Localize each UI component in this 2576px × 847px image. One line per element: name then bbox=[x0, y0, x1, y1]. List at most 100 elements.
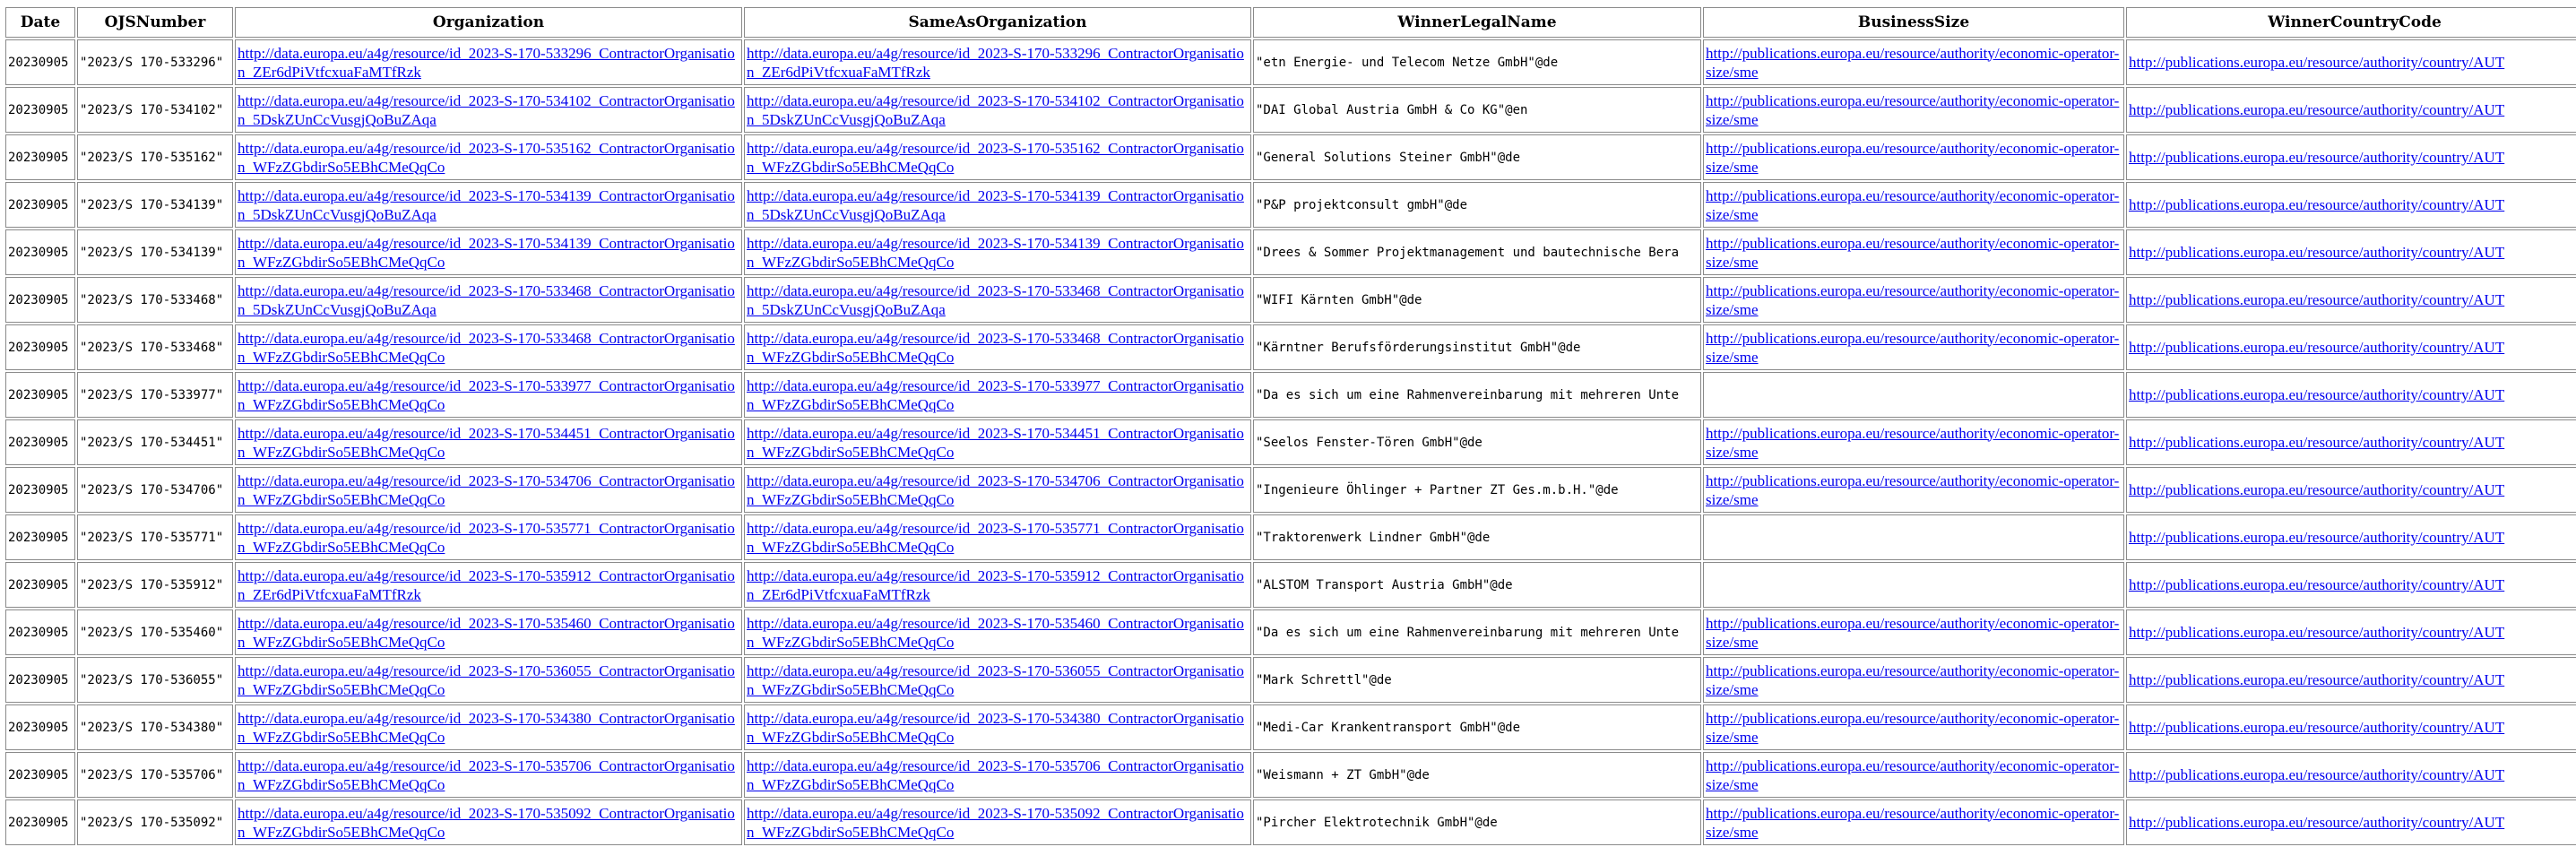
business-size-link[interactable]: http://publications.europa.eu/resource/a… bbox=[1706, 139, 2122, 177]
business-size-link[interactable]: http://publications.europa.eu/resource/a… bbox=[1706, 614, 2122, 652]
same-as-organization-link[interactable]: http://data.europa.eu/a4g/resource/id_20… bbox=[747, 709, 1249, 747]
same-as-organization-link[interactable]: http://data.europa.eu/a4g/resource/id_20… bbox=[747, 234, 1249, 272]
business-size-link[interactable]: http://publications.europa.eu/resource/a… bbox=[1706, 329, 2122, 367]
winner-country-code-cell: http://publications.europa.eu/resource/a… bbox=[2126, 752, 2576, 798]
table-row: 20230905 "2023/S 170-534139" http://data.e… bbox=[5, 182, 2576, 228]
winner-legal-name-cell: "Drees & Sommer Projektmanagement und ba… bbox=[1253, 229, 1701, 275]
same-as-organization-link[interactable]: http://data.europa.eu/a4g/resource/id_20… bbox=[747, 329, 1249, 367]
business-size-link[interactable]: http://publications.europa.eu/resource/a… bbox=[1706, 471, 2122, 509]
ojs-number-cell: "2023/S 170-534139" bbox=[77, 182, 233, 228]
winner-country-code-cell: http://publications.europa.eu/resource/a… bbox=[2126, 277, 2576, 323]
same-as-organization-link[interactable]: http://data.europa.eu/a4g/resource/id_20… bbox=[747, 566, 1249, 604]
table-row: 20230905 "2023/S 170-534102" http://data.e… bbox=[5, 87, 2576, 133]
organization-link[interactable]: http://data.europa.eu/a4g/resource/id_20… bbox=[238, 756, 739, 794]
winner-country-code-cell: http://publications.europa.eu/resource/a… bbox=[2126, 562, 2576, 608]
ojs-number-cell: "2023/S 170-534139" bbox=[77, 229, 233, 275]
winner-country-code-link[interactable]: http://publications.europa.eu/resource/a… bbox=[2129, 100, 2576, 119]
organization-link[interactable]: http://data.europa.eu/a4g/resource/id_20… bbox=[238, 661, 739, 699]
same-as-organization-link[interactable]: http://data.europa.eu/a4g/resource/id_20… bbox=[747, 424, 1249, 462]
business-size-link[interactable]: http://publications.europa.eu/resource/a… bbox=[1706, 804, 2122, 842]
organization-link[interactable]: http://data.europa.eu/a4g/resource/id_20… bbox=[238, 234, 739, 272]
winner-country-code-link[interactable]: http://publications.europa.eu/resource/a… bbox=[2129, 575, 2576, 594]
winner-country-code-link[interactable]: http://publications.europa.eu/resource/a… bbox=[2129, 765, 2576, 784]
organization-cell: http://data.europa.eu/a4g/resource/id_20… bbox=[235, 372, 742, 418]
winner-country-code-link[interactable]: http://publications.europa.eu/resource/a… bbox=[2129, 195, 2576, 214]
same-as-organization-link[interactable]: http://data.europa.eu/a4g/resource/id_20… bbox=[747, 519, 1249, 557]
winner-legal-name-cell: "Ingenieure Öhlinger + Partner ZT Ges.m.… bbox=[1253, 467, 1701, 513]
same-as-organization-link[interactable]: http://data.europa.eu/a4g/resource/id_20… bbox=[747, 44, 1249, 82]
same-as-organization-link[interactable]: http://data.europa.eu/a4g/resource/id_20… bbox=[747, 614, 1249, 652]
organization-link[interactable]: http://data.europa.eu/a4g/resource/id_20… bbox=[238, 709, 739, 747]
organization-link[interactable]: http://data.europa.eu/a4g/resource/id_20… bbox=[238, 91, 739, 129]
business-size-link[interactable]: http://publications.europa.eu/resource/a… bbox=[1706, 91, 2122, 129]
business-size-link[interactable]: http://publications.europa.eu/resource/a… bbox=[1706, 756, 2122, 794]
same-as-organization-link[interactable]: http://data.europa.eu/a4g/resource/id_20… bbox=[747, 661, 1249, 699]
same-as-organization-cell: http://data.europa.eu/a4g/resource/id_20… bbox=[744, 562, 1251, 608]
organization-link[interactable]: http://data.europa.eu/a4g/resource/id_20… bbox=[238, 471, 739, 509]
winner-legal-name-cell: "General Solutions Steiner GmbH"@de bbox=[1253, 134, 1701, 180]
winner-country-code-link[interactable]: http://publications.europa.eu/resource/a… bbox=[2129, 480, 2576, 499]
organization-cell: http://data.europa.eu/a4g/resource/id_20… bbox=[235, 277, 742, 323]
ojs-number-cell: "2023/S 170-534451" bbox=[77, 419, 233, 465]
winner-country-code-link[interactable]: http://publications.europa.eu/resource/a… bbox=[2129, 148, 2576, 167]
column-header-organization: Organization bbox=[235, 7, 742, 38]
organization-link[interactable]: http://data.europa.eu/a4g/resource/id_20… bbox=[238, 329, 739, 367]
business-size-link[interactable]: http://publications.europa.eu/resource/a… bbox=[1706, 234, 2122, 272]
organization-link[interactable]: http://data.europa.eu/a4g/resource/id_20… bbox=[238, 804, 739, 842]
winner-country-code-link[interactable]: http://publications.europa.eu/resource/a… bbox=[2129, 623, 2576, 642]
organization-link[interactable]: http://data.europa.eu/a4g/resource/id_20… bbox=[238, 519, 739, 557]
winner-country-code-link[interactable]: http://publications.europa.eu/resource/a… bbox=[2129, 813, 2576, 832]
organization-link[interactable]: http://data.europa.eu/a4g/resource/id_20… bbox=[238, 281, 739, 319]
same-as-organization-link[interactable]: http://data.europa.eu/a4g/resource/id_20… bbox=[747, 139, 1249, 177]
business-size-link[interactable]: http://publications.europa.eu/resource/a… bbox=[1706, 709, 2122, 747]
winner-country-code-link[interactable]: http://publications.europa.eu/resource/a… bbox=[2129, 385, 2576, 404]
winner-legal-name-cell: "DAI Global Austria GmbH & Co KG"@en bbox=[1253, 87, 1701, 133]
winner-country-code-cell: http://publications.europa.eu/resource/a… bbox=[2126, 372, 2576, 418]
ojs-number-cell: "2023/S 170-535912" bbox=[77, 562, 233, 608]
organization-link[interactable]: http://data.europa.eu/a4g/resource/id_20… bbox=[238, 44, 739, 82]
business-size-link[interactable]: http://publications.europa.eu/resource/a… bbox=[1706, 424, 2122, 462]
business-size-cell bbox=[1703, 514, 2124, 560]
same-as-organization-link[interactable]: http://data.europa.eu/a4g/resource/id_20… bbox=[747, 91, 1249, 129]
ojs-number-cell: "2023/S 170-535706" bbox=[77, 752, 233, 798]
business-size-cell: http://publications.europa.eu/resource/a… bbox=[1703, 87, 2124, 133]
business-size-link[interactable]: http://publications.europa.eu/resource/a… bbox=[1706, 281, 2122, 319]
business-size-link[interactable]: http://publications.europa.eu/resource/a… bbox=[1706, 661, 2122, 699]
table-row: 20230905 "2023/S 170-535771" http://data.e… bbox=[5, 514, 2576, 560]
same-as-organization-cell: http://data.europa.eu/a4g/resource/id_20… bbox=[744, 134, 1251, 180]
business-size-link[interactable]: http://publications.europa.eu/resource/a… bbox=[1706, 44, 2122, 82]
organization-cell: http://data.europa.eu/a4g/resource/id_20… bbox=[235, 467, 742, 513]
ojs-number-cell: "2023/S 170-534380" bbox=[77, 704, 233, 750]
same-as-organization-cell: http://data.europa.eu/a4g/resource/id_20… bbox=[744, 277, 1251, 323]
winner-country-code-link[interactable]: http://publications.europa.eu/resource/a… bbox=[2129, 433, 2576, 452]
organization-link[interactable]: http://data.europa.eu/a4g/resource/id_20… bbox=[238, 186, 739, 224]
date-cell: 20230905 bbox=[5, 657, 75, 703]
winner-country-code-link[interactable]: http://publications.europa.eu/resource/a… bbox=[2129, 290, 2576, 309]
organization-link[interactable]: http://data.europa.eu/a4g/resource/id_20… bbox=[238, 139, 739, 177]
winner-country-code-link[interactable]: http://publications.europa.eu/resource/a… bbox=[2129, 53, 2576, 72]
same-as-organization-link[interactable]: http://data.europa.eu/a4g/resource/id_20… bbox=[747, 804, 1249, 842]
table-row: 20230905 "2023/S 170-535706" http://data.e… bbox=[5, 752, 2576, 798]
table-row: 20230905 "2023/S 170-534139" http://data.e… bbox=[5, 229, 2576, 275]
winner-country-code-link[interactable]: http://publications.europa.eu/resource/a… bbox=[2129, 338, 2576, 357]
same-as-organization-link[interactable]: http://data.europa.eu/a4g/resource/id_20… bbox=[747, 186, 1249, 224]
organization-link[interactable]: http://data.europa.eu/a4g/resource/id_20… bbox=[238, 376, 739, 414]
same-as-organization-link[interactable]: http://data.europa.eu/a4g/resource/id_20… bbox=[747, 756, 1249, 794]
same-as-organization-link[interactable]: http://data.europa.eu/a4g/resource/id_20… bbox=[747, 376, 1249, 414]
ojs-number-cell: "2023/S 170-535771" bbox=[77, 514, 233, 560]
table-row: 20230905 "2023/S 170-534380" http://data.e… bbox=[5, 704, 2576, 750]
winner-country-code-link[interactable]: http://publications.europa.eu/resource/a… bbox=[2129, 670, 2576, 689]
winner-country-code-link[interactable]: http://publications.europa.eu/resource/a… bbox=[2129, 528, 2576, 547]
organization-link[interactable]: http://data.europa.eu/a4g/resource/id_20… bbox=[238, 566, 739, 604]
business-size-cell: http://publications.europa.eu/resource/a… bbox=[1703, 609, 2124, 655]
date-cell: 20230905 bbox=[5, 87, 75, 133]
business-size-link[interactable]: http://publications.europa.eu/resource/a… bbox=[1706, 186, 2122, 224]
winner-country-code-link[interactable]: http://publications.europa.eu/resource/a… bbox=[2129, 243, 2576, 262]
winner-country-code-link[interactable]: http://publications.europa.eu/resource/a… bbox=[2129, 718, 2576, 737]
organization-link[interactable]: http://data.europa.eu/a4g/resource/id_20… bbox=[238, 424, 739, 462]
column-header-date: Date bbox=[5, 7, 75, 38]
same-as-organization-link[interactable]: http://data.europa.eu/a4g/resource/id_20… bbox=[747, 471, 1249, 509]
organization-link[interactable]: http://data.europa.eu/a4g/resource/id_20… bbox=[238, 614, 739, 652]
organization-cell: http://data.europa.eu/a4g/resource/id_20… bbox=[235, 609, 742, 655]
same-as-organization-link[interactable]: http://data.europa.eu/a4g/resource/id_20… bbox=[747, 281, 1249, 319]
